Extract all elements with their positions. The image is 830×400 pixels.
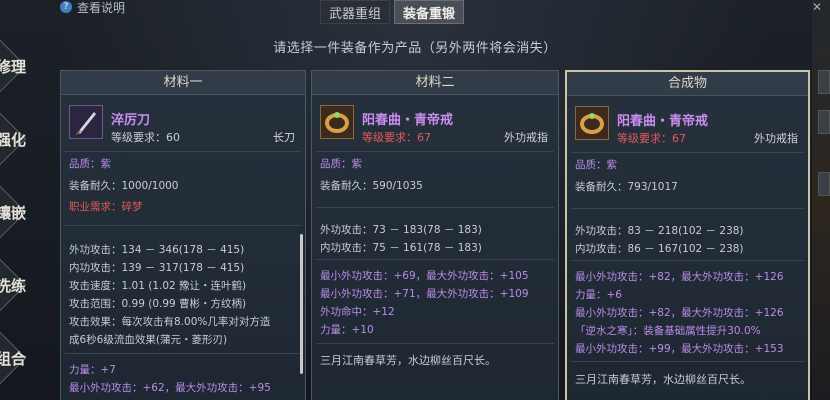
- item-name: 阳春曲・青帝戒: [362, 113, 454, 128]
- extra-stat: 「逆水之寒」：装备基础属性提升30.0%: [575, 325, 761, 337]
- sidebar-item-repair[interactable]: 修理: [0, 37, 30, 95]
- extra-stat: 最小外功攻击：+99，最大外功攻击：+153: [575, 343, 784, 355]
- stat-line: 攻击效果：每次攻击有8.00%几率对对方造: [69, 316, 271, 328]
- stat-line: 内功攻击：139 － 317(178 － 415): [69, 262, 245, 274]
- sidebar-item-inlay[interactable]: 镶嵌: [0, 183, 30, 241]
- sidebar-item-combine[interactable]: 组合: [0, 329, 30, 387]
- close-icon[interactable]: ✕: [812, 0, 822, 14]
- stat-line: 外功攻击：83 － 218(102 － 238): [575, 225, 744, 237]
- stat-line: 成6秒6级流血效果(蒲元・菱形刃): [69, 334, 228, 346]
- panel-scrollbar[interactable]: [300, 234, 303, 374]
- right-side-tab[interactable]: [818, 110, 830, 134]
- panel-header: 材料二: [312, 71, 558, 95]
- level-requirement: 等级要求：67: [362, 131, 431, 144]
- material-panel-2[interactable]: 材料二 阳春曲・青帝戒 等级要求：67 外功戒指 品质：紫 装备耐久：590/1…: [311, 70, 559, 400]
- sidebar-item-refine[interactable]: 洗练: [0, 256, 30, 314]
- stat-line: 外功攻击：134 － 346(178 － 415): [69, 244, 245, 256]
- extra-stat: 力量：+6: [575, 289, 622, 301]
- level-requirement: 等级要求：67: [617, 132, 686, 145]
- tab-equipment-reforge[interactable]: 装备重锻: [394, 0, 465, 24]
- item-name: 淬厉刀: [111, 113, 151, 128]
- right-edge-backdrop: [812, 0, 830, 400]
- quality: 品质：紫: [575, 159, 617, 171]
- durability: 装备耐久：1000/1000: [69, 180, 179, 192]
- stat-line: 攻击范围：0.99 (0.99 曹彬・方纹柄): [69, 298, 247, 310]
- quality: 品质：紫: [320, 158, 362, 170]
- stat-line: 攻击速度：1.01 (1.02 豫让・连叶鹤): [69, 280, 247, 292]
- durability: 装备耐久：793/1017: [575, 181, 678, 193]
- quality: 品质：紫: [69, 158, 111, 170]
- panel-header: 合成物: [567, 72, 808, 96]
- instruction-text: 请选择一件装备作为产品（另外两件将会消失）: [273, 41, 557, 56]
- stat-line: 内功攻击：86 － 167(102 － 238): [575, 243, 744, 255]
- blade-icon: [69, 105, 103, 139]
- extra-stat: 最小外功攻击：+71，最大外功攻击：+109: [320, 288, 529, 300]
- flavor-text: 三月江南春草芳，水边柳丝百尺长。: [320, 354, 496, 367]
- extra-stat: 最小外功攻击：+82，最大外功攻击：+126: [575, 271, 784, 283]
- tab-bar: 武器重组 装备重锻: [320, 0, 465, 26]
- level-requirement: 等级要求：60: [111, 131, 180, 144]
- job-requirement: 职业需求：碎梦: [69, 201, 143, 213]
- tab-weapon-recombine[interactable]: 武器重组: [320, 0, 391, 24]
- ring-icon: [320, 105, 354, 139]
- extra-stat: 力量：+10: [320, 324, 374, 336]
- right-side-tab[interactable]: [818, 70, 830, 94]
- item-type: 外功戒指: [504, 131, 548, 144]
- item-type: 长刀: [273, 131, 295, 144]
- right-side-tab[interactable]: [818, 172, 830, 196]
- help-link[interactable]: ? 查看说明: [60, 0, 125, 16]
- item-type: 外功戒指: [754, 132, 798, 145]
- help-label: 查看说明: [77, 0, 126, 15]
- extra-stat: 最小外功攻击：+82，最大外功攻击：+126: [575, 307, 784, 319]
- item-name: 阳春曲・青帝戒: [617, 114, 709, 129]
- ring-icon: [575, 106, 609, 140]
- extra-stat: 力量：+7: [69, 364, 116, 376]
- material-panel-1[interactable]: 材料一 淬厉刀 等级要求：60 长刀 品质：紫 装备耐久：1000/1000 职…: [60, 70, 306, 400]
- sidebar-item-enhance[interactable]: 强化: [0, 110, 30, 168]
- stat-line: 外功攻击：73 － 183(78 － 183): [320, 224, 482, 236]
- help-icon: ?: [60, 1, 72, 13]
- stat-line: 内功攻击：75 － 161(78 － 183): [320, 242, 482, 254]
- panel-header: 材料一: [61, 71, 305, 95]
- extra-stat: 最小外功攻击：+62，最大外功攻击：+95: [69, 382, 271, 394]
- extra-stat: 最小外功攻击：+69，最大外功攻击：+105: [320, 270, 529, 282]
- result-panel[interactable]: 合成物 阳春曲・青帝戒 等级要求：67 外功戒指 品质：紫 装备耐久：793/1…: [565, 70, 810, 400]
- extra-stat: 外功命中：+12: [320, 306, 395, 318]
- durability: 装备耐久：590/1035: [320, 180, 423, 192]
- flavor-text: 三月江南春草芳，水边柳丝百尺长。: [575, 373, 751, 386]
